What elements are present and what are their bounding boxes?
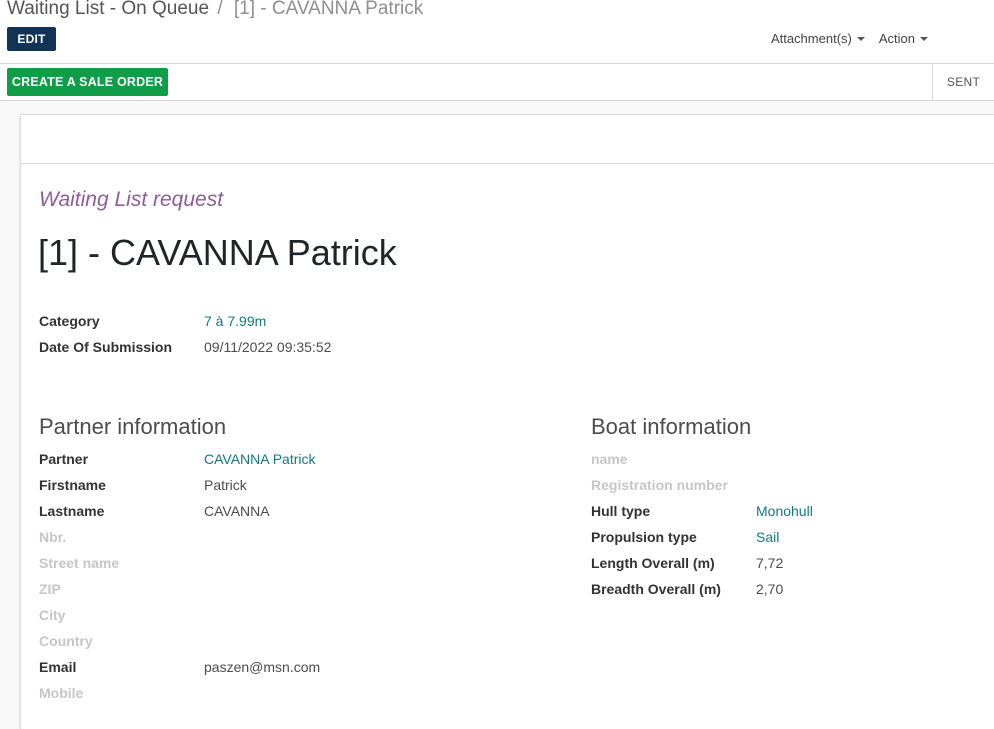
nbr-label: Nbr.: [39, 529, 67, 545]
control-panel: Waiting List - On Queue / [1] - CAVANNA …: [0, 0, 994, 64]
attachments-label: Attachment(s): [770, 31, 852, 46]
breadth-overall-label: Breadth Overall (m): [591, 581, 721, 597]
length-overall-label: Length Overall (m): [591, 555, 715, 571]
partner-information-title: Partner information: [39, 414, 227, 439]
zip-label: ZIP: [39, 581, 61, 597]
city-label: City: [39, 607, 66, 623]
hull-type-value[interactable]: Monohull: [756, 503, 813, 519]
partner-value[interactable]: CAVANNA Patrick: [204, 451, 316, 467]
partner-label: Partner: [39, 451, 89, 467]
action-label: Action: [878, 31, 915, 46]
registration-number-label: Registration number: [591, 477, 728, 493]
form-statusbar: CREATE A SALE ORDER SENT: [0, 64, 994, 101]
email-label: Email: [39, 659, 77, 675]
firstname-label: Firstname: [39, 477, 106, 493]
breadcrumb-current: [1] - CAVANNA Patrick: [233, 0, 424, 19]
sidebar-menus: Attachment(s) Action: [771, 31, 928, 46]
category-label: Category: [39, 313, 100, 329]
propulsion-type-label: Propulsion type: [591, 529, 697, 545]
hull-type-label: Hull type: [591, 503, 651, 519]
caret-down-icon: [920, 37, 928, 41]
category-value[interactable]: 7 à 7.99m: [204, 313, 266, 329]
date-of-submission-value: 09/11/2022 09:35:52: [204, 339, 332, 355]
attachments-dropdown[interactable]: Attachment(s): [771, 31, 865, 46]
button-box: [21, 115, 994, 164]
status-sent[interactable]: SENT: [932, 64, 994, 100]
length-overall-value: 7,72: [756, 555, 784, 571]
create-sale-order-button[interactable]: CREATE A SALE ORDER: [7, 68, 168, 96]
caret-down-icon: [856, 37, 865, 41]
lastname-label: Lastname: [39, 503, 105, 519]
breadcrumb-parent-link[interactable]: Waiting List - On Queue: [7, 0, 209, 19]
edit-button[interactable]: EDIT: [7, 27, 56, 51]
form-sheet: Waiting List request [1] - CAVANNA Patri…: [20, 114, 994, 729]
propulsion-type-value[interactable]: Sail: [756, 529, 779, 545]
breadcrumb: Waiting List - On Queue / [1] - CAVANNA …: [7, 0, 423, 21]
boat-information-title: Boat information: [591, 414, 752, 439]
street-name-label: Street name: [39, 555, 120, 571]
lastname-value: CAVANNA: [204, 503, 270, 519]
firstname-value: Patrick: [204, 477, 247, 493]
form-subtitle: Waiting List request: [39, 188, 224, 211]
mobile-label: Mobile: [39, 685, 84, 701]
action-dropdown[interactable]: Action: [879, 31, 928, 46]
breadcrumb-separator: /: [217, 0, 223, 19]
breadth-overall-value: 2,70: [756, 581, 784, 597]
email-value[interactable]: paszen@msn.com: [204, 659, 320, 675]
boat-name-label: name: [591, 451, 628, 467]
form-title: [1] - CAVANNA Patrick: [38, 232, 397, 273]
country-label: Country: [39, 633, 93, 649]
date-of-submission-label: Date Of Submission: [39, 339, 173, 355]
